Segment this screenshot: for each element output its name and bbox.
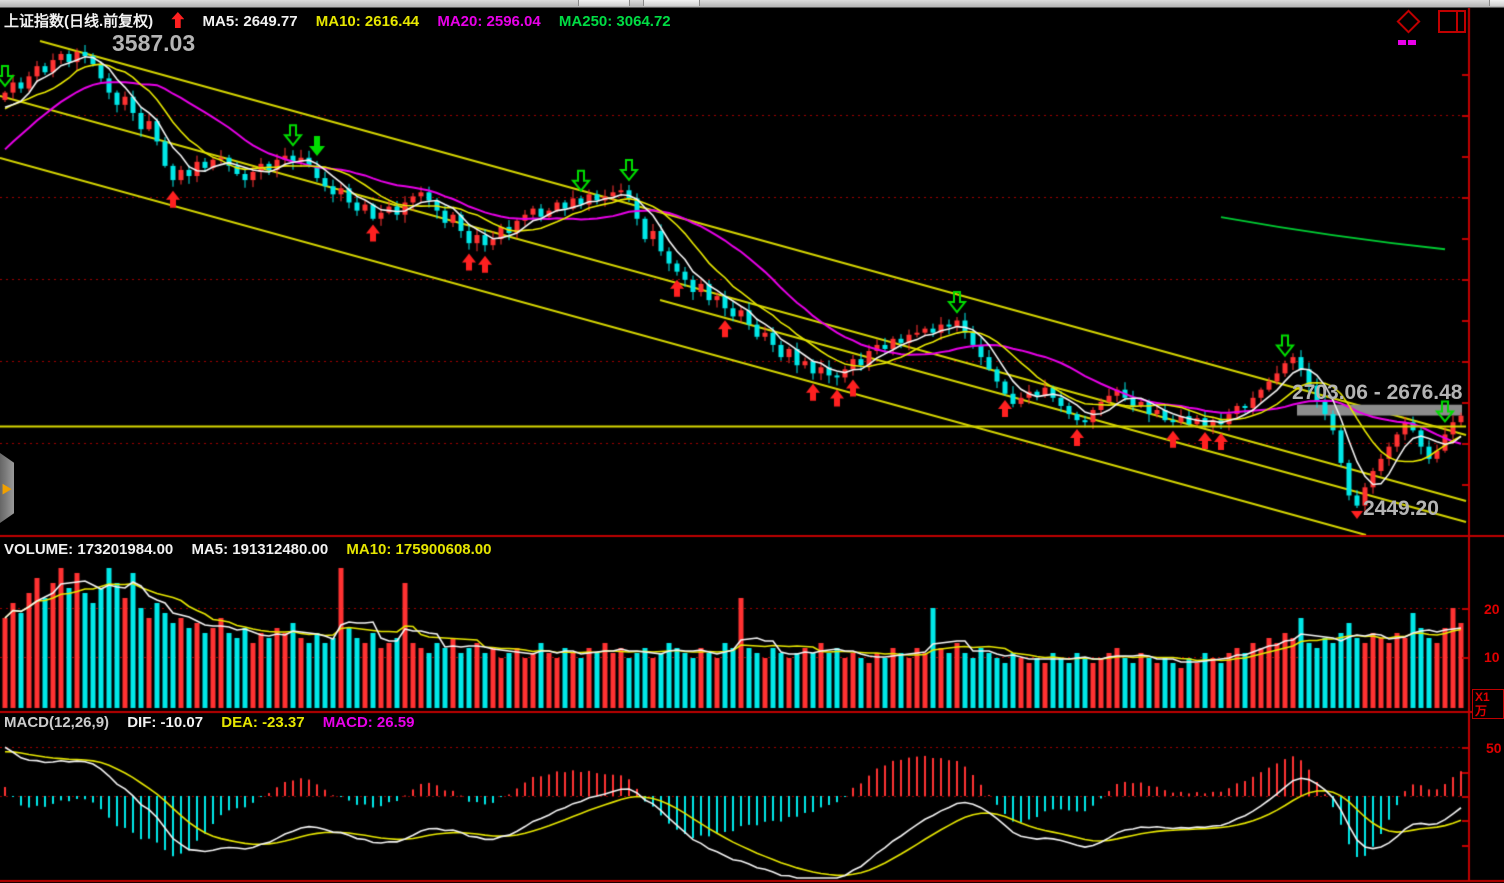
volume-unit-label: X1万 bbox=[1472, 689, 1504, 719]
volume-legend: VOLUME: 173201984.00 MA5: 191312480.00 M… bbox=[4, 541, 505, 558]
volume-axis-label-10: 10 bbox=[1484, 649, 1500, 665]
red-up-arrow-icon bbox=[171, 12, 184, 28]
panel-expander-tab[interactable]: ▶ bbox=[0, 453, 14, 523]
scrollbar-thumb[interactable] bbox=[578, 0, 630, 6]
chart-canvas[interactable] bbox=[0, 0, 1504, 883]
ma20-value: MA20: 2596.04 bbox=[437, 13, 540, 30]
horizontal-scrollbar[interactable] bbox=[0, 0, 1504, 8]
volume-ma10-value: MA10: 175900608.00 bbox=[346, 541, 491, 558]
ma250-value: MA250: 3064.72 bbox=[559, 13, 671, 30]
ma10-value: MA10: 2616.44 bbox=[316, 13, 419, 30]
high-price-label: 3587.03 bbox=[112, 30, 195, 57]
ma5-value: MA5: 2649.77 bbox=[203, 13, 298, 30]
expand-arrow-icon: ▶ bbox=[3, 480, 11, 496]
gap-range-label: 2703.06 - 2676.48 bbox=[1292, 381, 1462, 405]
macd-legend: MACD(12,26,9) DIF: -10.07 DEA: -23.37 MA… bbox=[4, 714, 428, 731]
macd-axis-label-50: 50 bbox=[1486, 740, 1502, 756]
low-price-label: 2449.20 bbox=[1363, 497, 1439, 521]
dea-value: DEA: -23.37 bbox=[221, 714, 304, 731]
volume-value: VOLUME: 173201984.00 bbox=[4, 541, 173, 558]
instrument-title: 上证指数(日线.前复权) bbox=[4, 13, 153, 30]
macd-value: MACD: 26.59 bbox=[323, 714, 415, 731]
scrollbar-thumb[interactable] bbox=[643, 0, 700, 6]
macd-title: MACD(12,26,9) bbox=[4, 714, 109, 731]
volume-ma5-value: MA5: 191312480.00 bbox=[191, 541, 328, 558]
volume-axis-label-20: 20 bbox=[1484, 601, 1500, 617]
diamond-tool-dots bbox=[1398, 32, 1420, 37]
scrollbar-end-cap[interactable] bbox=[1489, 0, 1504, 6]
window-layout-icon[interactable] bbox=[1438, 10, 1466, 33]
stock-chart-app: 上证指数(日线.前复权) MA5: 2649.77 MA10: 2616.44 … bbox=[0, 0, 1504, 883]
dif-value: DIF: -10.07 bbox=[127, 714, 203, 731]
main-legend: 上证指数(日线.前复权) MA5: 2649.77 MA10: 2616.44 … bbox=[4, 10, 685, 31]
